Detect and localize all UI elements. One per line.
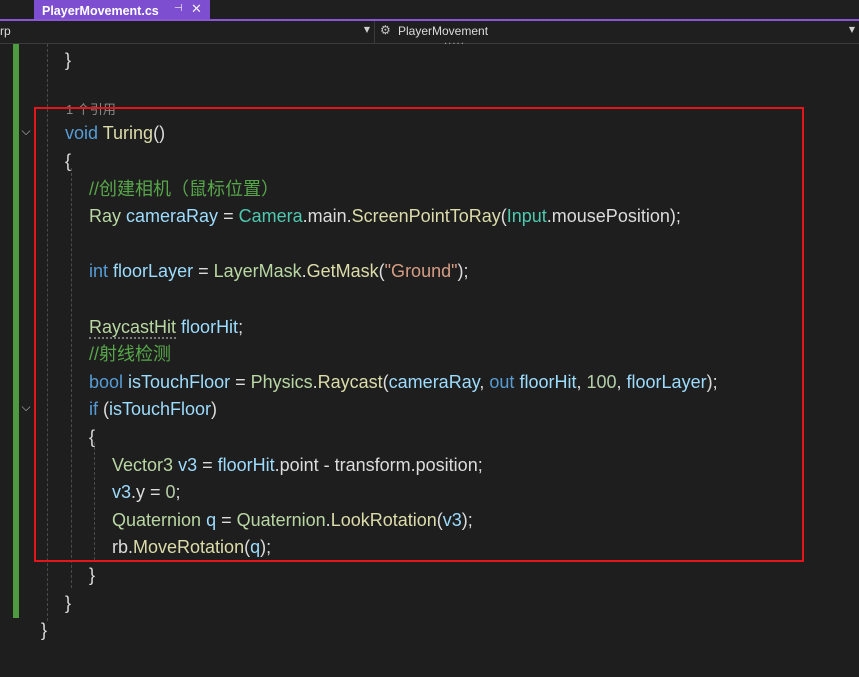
close-icon[interactable]: ✕ xyxy=(191,1,202,17)
project-dropdown-label: rp xyxy=(0,24,11,38)
code-line: } xyxy=(65,50,72,70)
dropdown-arrow-icon: ▼ xyxy=(363,25,370,34)
fold-chevron-icon[interactable]: ⌵ xyxy=(19,400,33,415)
class-icon: ⚙ xyxy=(380,23,391,37)
change-bar xyxy=(13,574,19,618)
class-dropdown-label: PlayerMovement xyxy=(398,24,489,38)
project-dropdown[interactable]: rp ▼ xyxy=(0,21,375,43)
code-line: } xyxy=(41,620,48,640)
squiggle-hint: ····· xyxy=(444,39,465,50)
tab-player-movement[interactable]: PlayerMovement.cs ⊣ ✕ xyxy=(34,0,210,21)
fold-chevron-icon[interactable]: ⌵ xyxy=(19,124,33,139)
code-line: } xyxy=(89,565,96,585)
highlight-box xyxy=(34,107,804,562)
code-editor[interactable]: ····· ⌵ ⌵ } 1 个引用 void Turing() { //创建相机… xyxy=(0,39,859,677)
navigation-bar: rp ▼ ⚙ PlayerMovement ▼ xyxy=(0,21,859,44)
tab-title: PlayerMovement.cs xyxy=(42,3,159,18)
pin-icon[interactable]: ⊣ xyxy=(174,3,183,14)
code-line: } xyxy=(65,593,72,613)
dropdown-arrow-icon: ▼ xyxy=(848,25,855,34)
tab-strip: PlayerMovement.cs ⊣ ✕ xyxy=(0,0,859,21)
